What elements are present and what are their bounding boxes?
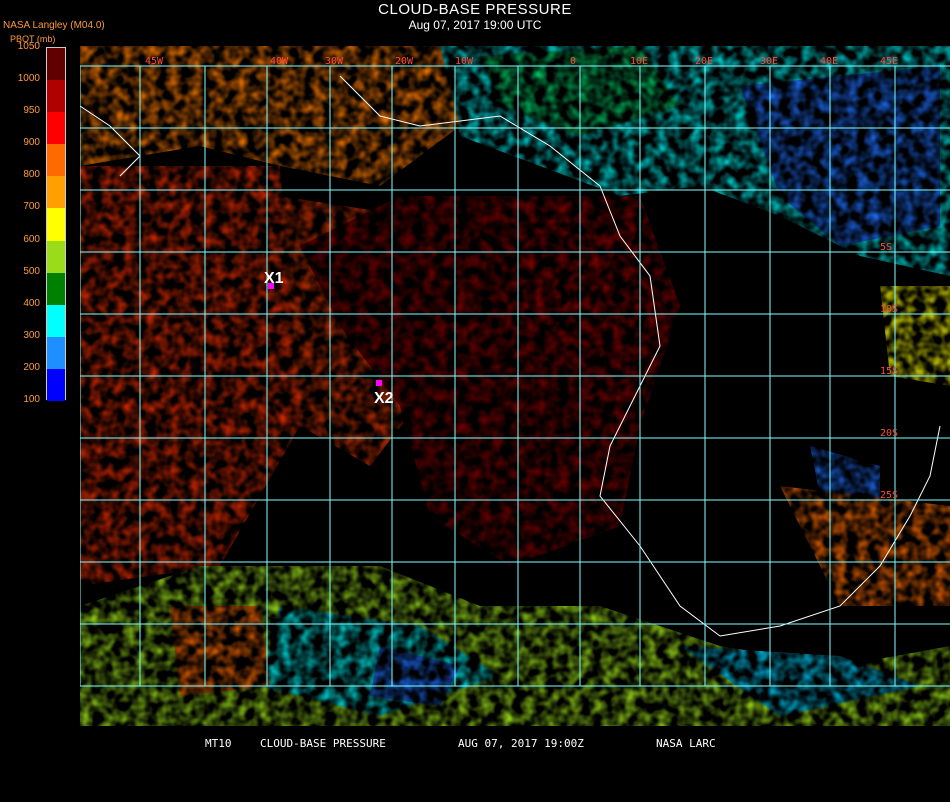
grid-lon-label: 10E: [630, 56, 648, 67]
legend-color-segment: [47, 368, 65, 402]
grid-lon-label: 0: [570, 56, 576, 67]
legend-color-segment: [47, 112, 65, 145]
legend-tick-label: 200: [23, 361, 40, 373]
legend-color-segment: [47, 336, 65, 370]
legend-tick-label: 700: [23, 201, 40, 213]
legend-tick-label: 800: [23, 169, 40, 181]
footer-name: CLOUD-BASE PRESSURE: [260, 737, 386, 750]
legend-tick-label: 950: [23, 105, 40, 117]
legend-color-segment: [47, 80, 65, 113]
grid-lon-label: 30W: [325, 56, 344, 67]
grid-lat-label: 20S: [880, 428, 898, 439]
legend-tick-label: 500: [23, 265, 40, 277]
grid-lon-label: 40E: [820, 56, 838, 67]
grid-lon-label: 40W: [270, 56, 289, 67]
footer-date: AUG 07, 2017 19:00Z: [458, 737, 584, 750]
marker-x2-label: X2: [374, 390, 394, 407]
marker-x1-label: X1: [264, 270, 284, 287]
marker-x1: X1: [264, 270, 284, 289]
grid-lon-label: 20E: [695, 56, 713, 67]
grid-lon-label: 45E: [880, 56, 898, 67]
color-legend-bar: [46, 47, 66, 402]
legend-color-segment: [47, 48, 65, 81]
footer-product: MT10: [205, 737, 232, 750]
legend-tick-label: 1000: [17, 73, 40, 85]
legend-tick-label: 400: [23, 297, 40, 309]
satellite-map: 45W 40W 30W 20W 10W 0 10E 20E 30E 40E 45E 5S 10S 15S 2…: [80, 46, 950, 726]
grid-lon-label: 20W: [395, 56, 414, 67]
grid-lat-label: 5S: [880, 242, 892, 253]
grid-lon-label: 30E: [760, 56, 778, 67]
footer-org: NASA LARC: [656, 737, 716, 750]
map-frame: 45W 40W 30W 20W 10W 0 10E 20E 30E 40E 45E 5S 10S 15S 2…: [80, 46, 950, 726]
grid-lon-label: 45W: [145, 56, 164, 67]
legend-color-segment: [47, 144, 65, 177]
legend-tick-label: 1050: [17, 41, 40, 52]
legend-tick-label: 900: [23, 137, 40, 149]
grid-lat-label: 15S: [880, 366, 898, 377]
legend-color-segment: [47, 304, 65, 338]
legend-color-segment: [47, 176, 65, 209]
legend-color-segment: [47, 240, 65, 274]
legend-color-segment: [47, 272, 65, 306]
source-label: NASA Langley (M04.0): [3, 20, 105, 31]
grid-lat-label: 10S: [880, 304, 898, 315]
legend-color-segment: [47, 208, 65, 242]
legend-tick-label: 100: [23, 394, 40, 405]
legend-tick-label: 600: [23, 233, 40, 245]
grid-lon-label: 10W: [455, 56, 474, 67]
grid-lat-label: 25S: [880, 490, 898, 501]
map-title: CLOUD-BASE PRESSURE: [378, 1, 572, 18]
footer-caption: MT10 CLOUD-BASE PRESSURE AUG 07, 2017 19…: [0, 737, 950, 802]
legend-tick-label: 300: [23, 329, 40, 341]
map-date: Aug 07, 2017 19:00 UTC: [408, 18, 542, 32]
